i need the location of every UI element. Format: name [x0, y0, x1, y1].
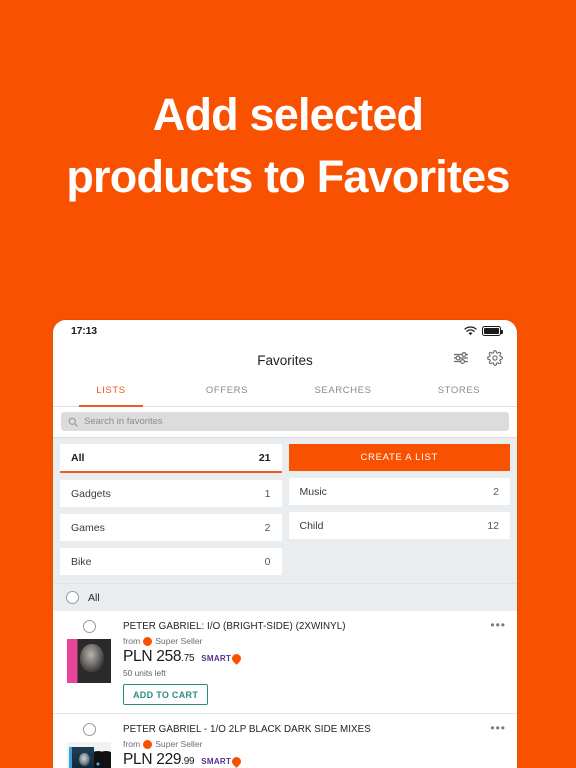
list-row-all[interactable]: All 21 — [60, 444, 282, 473]
seller-prefix: from — [123, 636, 141, 646]
list-row-music[interactable]: Music 2 — [288, 478, 510, 505]
product-left-column — [64, 723, 114, 768]
seller-name: Super Seller — [155, 739, 203, 749]
smart-badge: SMART — [201, 755, 244, 768]
search-placeholder: Search in favorites — [84, 416, 163, 427]
super-seller-badge-icon — [143, 739, 153, 749]
list-count: 1 — [264, 487, 271, 500]
select-all-bar[interactable]: All — [53, 583, 517, 611]
price-fraction: .75 — [181, 653, 195, 664]
list-name: Music — [299, 485, 327, 498]
product-seller: from Super Seller — [123, 636, 506, 646]
lists-panel: All 21 Gadgets 1 Games 2 Bike 0 CREATE A… — [53, 438, 517, 583]
radio-unchecked-icon[interactable] — [82, 723, 96, 736]
list-count: 0 — [264, 555, 271, 568]
smart-pin-icon — [230, 755, 244, 768]
gear-icon[interactable] — [487, 349, 503, 371]
lists-column-right: CREATE A LIST Music 2 Child 12 — [288, 444, 510, 575]
list-name: Games — [71, 521, 105, 534]
product-row[interactable]: PETER GABRIEL: I/O (BRIGHT-SIDE) (2XWINY… — [53, 611, 517, 714]
list-name: Bike — [71, 555, 92, 568]
smart-label: SMART — [201, 757, 232, 766]
status-indicators — [464, 325, 503, 336]
list-row-child[interactable]: Child 12 — [288, 512, 510, 539]
create-list-button[interactable]: CREATE A LIST — [288, 444, 510, 471]
battery-full-icon — [482, 325, 503, 336]
product-price: PLN 258.75 — [123, 648, 195, 666]
list-row-games[interactable]: Games 2 — [60, 514, 282, 541]
tab-offers[interactable]: OFFERS — [169, 379, 285, 406]
price-fraction: .99 — [181, 756, 195, 767]
more-options-icon[interactable]: ••• — [490, 619, 506, 631]
add-to-cart-button[interactable]: ADD TO CART — [123, 684, 209, 705]
device-mockup: 17:13 Favorites LISTS OFFERS SEARCHES ST… — [53, 320, 517, 768]
price-integer: PLN 258 — [123, 648, 182, 665]
smart-pin-icon — [230, 652, 244, 665]
price-integer: PLN 229 — [123, 751, 182, 768]
search-input[interactable]: Search in favorites — [61, 412, 509, 431]
list-name: Gadgets — [71, 487, 111, 500]
nav-bar: Favorites — [53, 341, 517, 379]
list-row-gadgets[interactable]: Gadgets 1 — [60, 480, 282, 507]
list-count: 21 — [258, 451, 271, 464]
product-details: PETER GABRIEL: I/O (BRIGHT-SIDE) (2XWINY… — [123, 620, 506, 705]
tab-searches[interactable]: SEARCHES — [285, 379, 401, 406]
sliders-icon[interactable] — [453, 351, 469, 370]
tab-bar: LISTS OFFERS SEARCHES STORES — [53, 379, 517, 407]
product-price-line: PLN 229.99 SMART — [123, 751, 506, 768]
list-count: 2 — [493, 485, 499, 498]
status-bar: 17:13 — [53, 320, 517, 341]
product-row[interactable]: PETER GABRIEL - 1/O 2LP BLACK DARK SIDE … — [53, 714, 517, 768]
status-time: 17:13 — [71, 324, 97, 337]
page-title: Favorites — [257, 352, 313, 368]
smart-badge: SMART — [201, 652, 244, 665]
promo-headline: Add selected products to Favorites — [0, 84, 576, 208]
tab-lists[interactable]: LISTS — [53, 379, 169, 407]
product-title[interactable]: PETER GABRIEL - 1/O 2LP BLACK DARK SIDE … — [123, 724, 506, 736]
radio-unchecked-icon[interactable] — [66, 591, 79, 604]
radio-unchecked-icon[interactable] — [82, 620, 96, 633]
product-price-line: PLN 258.75 SMART — [123, 648, 506, 666]
product-seller: from Super Seller — [123, 739, 506, 749]
list-count: 2 — [264, 521, 271, 534]
product-price: PLN 229.99 — [123, 751, 195, 768]
promo-screen: Add selected products to Favorites 17:13… — [0, 0, 576, 768]
seller-name: Super Seller — [155, 636, 203, 646]
tab-stores[interactable]: STORES — [401, 379, 517, 406]
list-count: 12 — [487, 519, 499, 532]
product-thumbnail — [67, 742, 111, 768]
product-thumbnail — [67, 639, 111, 683]
super-seller-badge-icon — [143, 636, 153, 646]
nav-actions — [453, 349, 503, 371]
headline-line-2: products to Favorites — [66, 151, 510, 202]
seller-prefix: from — [123, 739, 141, 749]
product-details: PETER GABRIEL - 1/O 2LP BLACK DARK SIDE … — [123, 723, 506, 768]
list-name: Child — [299, 519, 324, 532]
product-title[interactable]: PETER GABRIEL: I/O (BRIGHT-SIDE) (2XWINY… — [123, 621, 506, 633]
lists-column-left: All 21 Gadgets 1 Games 2 Bike 0 — [60, 444, 282, 575]
list-row-bike[interactable]: Bike 0 — [60, 548, 282, 575]
headline-line-1: Add selected — [152, 89, 424, 140]
more-options-icon[interactable]: ••• — [490, 722, 506, 734]
search-section: Search in favorites — [53, 407, 517, 438]
search-icon — [68, 417, 78, 427]
product-left-column — [64, 620, 114, 705]
wifi-icon — [464, 325, 477, 335]
smart-label: SMART — [201, 654, 232, 663]
select-all-label: All — [88, 591, 100, 604]
list-name: All — [71, 451, 85, 464]
product-stock: 50 units left — [123, 668, 166, 678]
